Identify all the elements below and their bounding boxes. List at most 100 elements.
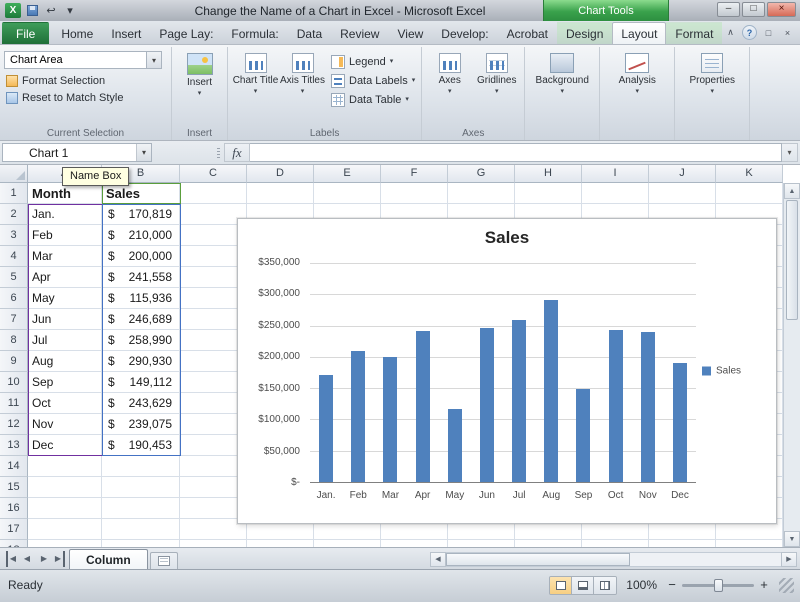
column-header-d[interactable]: D xyxy=(247,165,314,183)
column-header-c[interactable]: C xyxy=(180,165,247,183)
row-header-2[interactable]: 2 xyxy=(0,204,28,225)
format-selection-button[interactable]: Format Selection xyxy=(4,72,167,89)
cell-a6[interactable]: May xyxy=(28,288,102,309)
cell-a4[interactable]: Mar xyxy=(28,246,102,267)
column-header-i[interactable]: I xyxy=(582,165,649,183)
insert-function-button[interactable]: fx xyxy=(224,143,250,162)
column-header-h[interactable]: H xyxy=(515,165,582,183)
zoom-thumb[interactable] xyxy=(714,578,723,592)
chart-bar-may[interactable] xyxy=(447,409,462,482)
cell-a8[interactable]: Jul xyxy=(28,330,102,351)
name-box-splitter[interactable] xyxy=(152,143,224,162)
chart-elements-combobox[interactable]: Chart Area ▾ xyxy=(4,51,162,69)
row-header-3[interactable]: 3 xyxy=(0,225,28,246)
minimize-button[interactable]: – xyxy=(717,2,740,17)
cell-e1[interactable] xyxy=(314,183,381,204)
cell-a9[interactable]: Aug xyxy=(28,351,102,372)
sheet-tab-column[interactable]: Column xyxy=(69,549,148,569)
tab-insert[interactable]: Insert xyxy=(102,22,150,44)
vertical-scroll-track[interactable] xyxy=(784,321,800,531)
row-header-10[interactable]: 10 xyxy=(0,372,28,393)
chart-bar-sep[interactable] xyxy=(576,388,591,482)
cell-b16[interactable] xyxy=(102,498,180,519)
cell-b17[interactable] xyxy=(102,519,180,540)
cell-g18[interactable] xyxy=(448,540,515,547)
row-header-9[interactable]: 9 xyxy=(0,351,28,372)
cell-a14[interactable] xyxy=(28,456,102,477)
cell-h18[interactable] xyxy=(515,540,582,547)
cell-k18[interactable] xyxy=(716,540,783,547)
tab-format[interactable]: Format xyxy=(666,22,723,44)
zoom-in-button[interactable]: + xyxy=(758,578,770,591)
cell-b7[interactable]: $246,689 xyxy=(102,309,180,330)
zoom-level[interactable]: 100% xyxy=(626,578,657,592)
save-button[interactable] xyxy=(24,3,40,19)
cell-b2[interactable]: $170,819 xyxy=(102,204,180,225)
row-header-15[interactable]: 15 xyxy=(0,477,28,498)
undo-button[interactable]: ↩ xyxy=(43,3,59,19)
cell-a7[interactable]: Jun xyxy=(28,309,102,330)
expand-formula-bar-icon[interactable]: ▾ xyxy=(782,143,798,162)
cell-a16[interactable] xyxy=(28,498,102,519)
page-layout-view-button[interactable] xyxy=(572,576,595,594)
cell-b12[interactable]: $239,075 xyxy=(102,414,180,435)
row-header-4[interactable]: 4 xyxy=(0,246,28,267)
cell-a10[interactable]: Sep xyxy=(28,372,102,393)
maximize-button[interactable]: □ xyxy=(742,2,765,17)
scroll-left-icon[interactable]: ◀ xyxy=(430,551,446,567)
cell-d18[interactable] xyxy=(247,540,314,547)
column-header-k[interactable]: K xyxy=(716,165,783,183)
cell-a11[interactable]: Oct xyxy=(28,393,102,414)
chart-title-button[interactable]: Chart Title ▾ xyxy=(232,49,279,107)
chart-bar-dec[interactable] xyxy=(672,362,687,482)
row-header-17[interactable]: 17 xyxy=(0,519,28,540)
chart-bar-aug[interactable] xyxy=(544,299,559,482)
axis-titles-button[interactable]: Axis Titles ▾ xyxy=(279,49,326,107)
cell-b9[interactable]: $290,930 xyxy=(102,351,180,372)
chevron-down-icon[interactable]: ▾ xyxy=(146,52,161,68)
minimize-ribbon-icon[interactable]: ∧ xyxy=(723,25,738,40)
row-header-18[interactable]: 18 xyxy=(0,540,28,547)
legend-button[interactable]: Legend ▾ xyxy=(331,54,415,69)
row-header-12[interactable]: 12 xyxy=(0,414,28,435)
cell-f1[interactable] xyxy=(381,183,448,204)
cell-a18[interactable] xyxy=(28,540,102,547)
row-header-5[interactable]: 5 xyxy=(0,267,28,288)
cell-a17[interactable] xyxy=(28,519,102,540)
last-sheet-icon[interactable]: ▶ xyxy=(53,550,65,567)
cell-e18[interactable] xyxy=(314,540,381,547)
cell-a13[interactable]: Dec xyxy=(28,435,102,456)
cell-a1[interactable]: Month xyxy=(28,183,102,204)
chart-title[interactable]: Sales xyxy=(238,228,776,248)
cell-g1[interactable] xyxy=(448,183,515,204)
analysis-button[interactable]: Analysis ▾ xyxy=(604,49,670,95)
cell-a2[interactable]: Jan. xyxy=(28,204,102,225)
cell-b8[interactable]: $258,990 xyxy=(102,330,180,351)
row-header-11[interactable]: 11 xyxy=(0,393,28,414)
chart-plot-area[interactable] xyxy=(310,263,696,483)
tab-develop[interactable]: Develop: xyxy=(432,22,497,44)
cell-j18[interactable] xyxy=(649,540,716,547)
cell-b10[interactable]: $149,112 xyxy=(102,372,180,393)
row-header-16[interactable]: 16 xyxy=(0,498,28,519)
row-header-14[interactable]: 14 xyxy=(0,456,28,477)
cell-b3[interactable]: $210,000 xyxy=(102,225,180,246)
axes-button[interactable]: Axes ▾ xyxy=(426,49,473,95)
background-button[interactable]: Background ▾ xyxy=(529,49,595,95)
chart-bar-nov[interactable] xyxy=(640,332,655,482)
chart-bar-jul[interactable] xyxy=(512,319,527,482)
cell-b13[interactable]: $190,453 xyxy=(102,435,180,456)
scroll-down-icon[interactable]: ▼ xyxy=(784,531,800,547)
cell-b1[interactable]: Sales xyxy=(102,183,180,204)
cell-b11[interactable]: $243,629 xyxy=(102,393,180,414)
scroll-up-icon[interactable]: ▲ xyxy=(784,183,800,199)
row-header-13[interactable]: 13 xyxy=(0,435,28,456)
horizontal-scroll-thumb[interactable] xyxy=(446,552,631,566)
next-sheet-icon[interactable]: ▶ xyxy=(36,551,52,567)
vertical-scrollbar[interactable]: ▲ ▼ xyxy=(783,183,800,547)
tab-layout[interactable]: Layout xyxy=(612,22,667,44)
scroll-right-icon[interactable]: ▶ xyxy=(781,551,797,567)
insert-button[interactable]: Insert ▾ xyxy=(176,49,223,97)
tab-review[interactable]: Review xyxy=(331,22,388,44)
select-all-corner[interactable] xyxy=(0,165,28,183)
